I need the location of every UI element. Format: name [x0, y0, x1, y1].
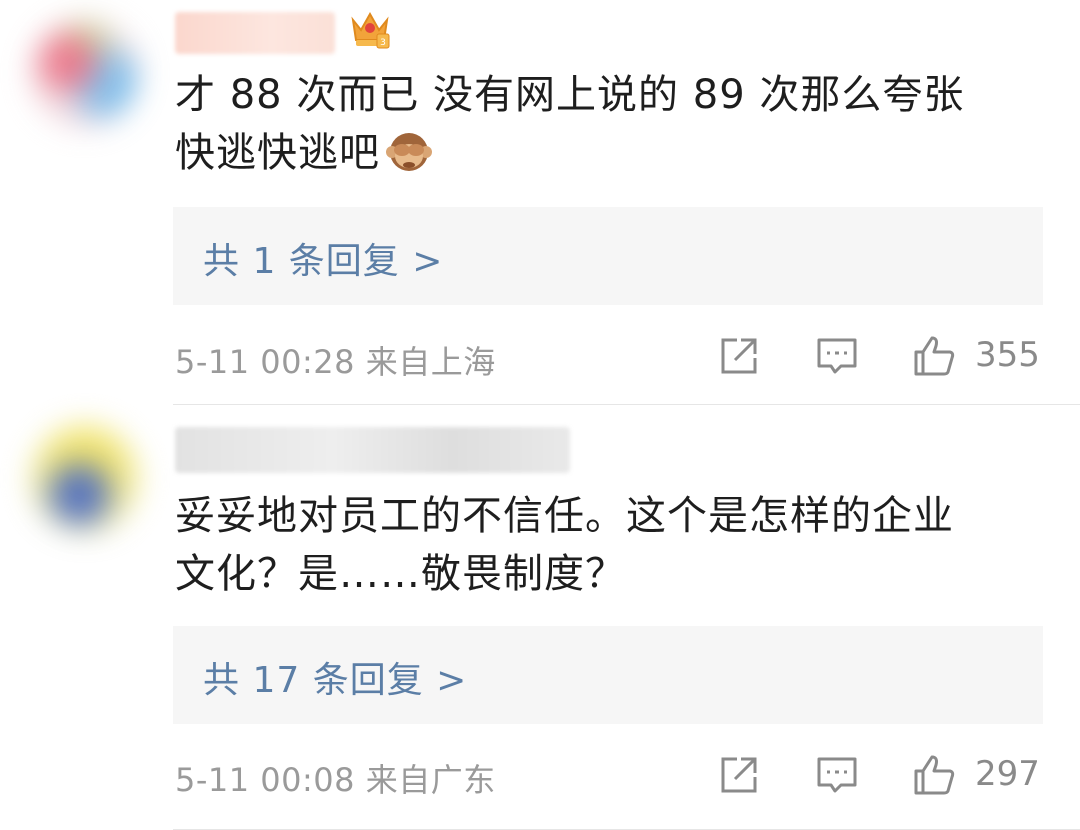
- thumbs-up-icon[interactable]: [912, 334, 956, 378]
- comment-item: 妥妥地对员工的不信任。这个是怎样的企业 文化？是……敬畏制度？ 共 17 条回复…: [0, 405, 1080, 830]
- avatar[interactable]: [30, 18, 140, 128]
- comment-text-line: 才 88 次而已 没有网上说的 89 次那么夸张: [175, 72, 965, 118]
- comment-text-line: 妥妥地对员工的不信任。这个是怎样的企业: [175, 493, 954, 539]
- replies-label: 共 17 条回复 >: [203, 660, 468, 701]
- share-icon[interactable]: [717, 334, 761, 378]
- comment-text: 才 88 次而已 没有网上说的 89 次那么夸张 快逃快逃吧: [175, 66, 1035, 182]
- comment-icon[interactable]: [815, 334, 859, 378]
- comment-text-line: 快逃快逃吧: [175, 124, 1035, 182]
- avatar[interactable]: [30, 423, 140, 533]
- like-count: 297: [975, 754, 1040, 794]
- comment-meta: 5-11 00:08 来自广东: [175, 761, 496, 799]
- crown-badge-icon: 3: [351, 11, 390, 49]
- view-replies-button[interactable]: 共 1 条回复 >: [173, 207, 1043, 305]
- comment-icon[interactable]: [815, 753, 859, 797]
- see-no-evil-monkey-icon: [386, 133, 432, 171]
- like-count: 355: [975, 335, 1040, 375]
- username-blurred[interactable]: [175, 12, 335, 54]
- thumbs-up-icon[interactable]: [912, 753, 956, 797]
- svg-text:3: 3: [380, 38, 386, 48]
- share-icon[interactable]: [717, 753, 761, 797]
- view-replies-button[interactable]: 共 17 条回复 >: [173, 626, 1043, 724]
- comment-meta: 5-11 00:28 来自上海: [175, 343, 496, 381]
- replies-label: 共 1 条回复 >: [203, 241, 444, 282]
- username-blurred[interactable]: [175, 427, 570, 473]
- comment-text: 妥妥地对员工的不信任。这个是怎样的企业 文化？是……敬畏制度？: [175, 487, 1045, 603]
- comment-item: 3 才 88 次而已 没有网上说的 89 次那么夸张 快逃快逃吧 共 1 条回复…: [0, 0, 1080, 405]
- comment-text-line: 文化？是……敬畏制度？: [175, 551, 626, 597]
